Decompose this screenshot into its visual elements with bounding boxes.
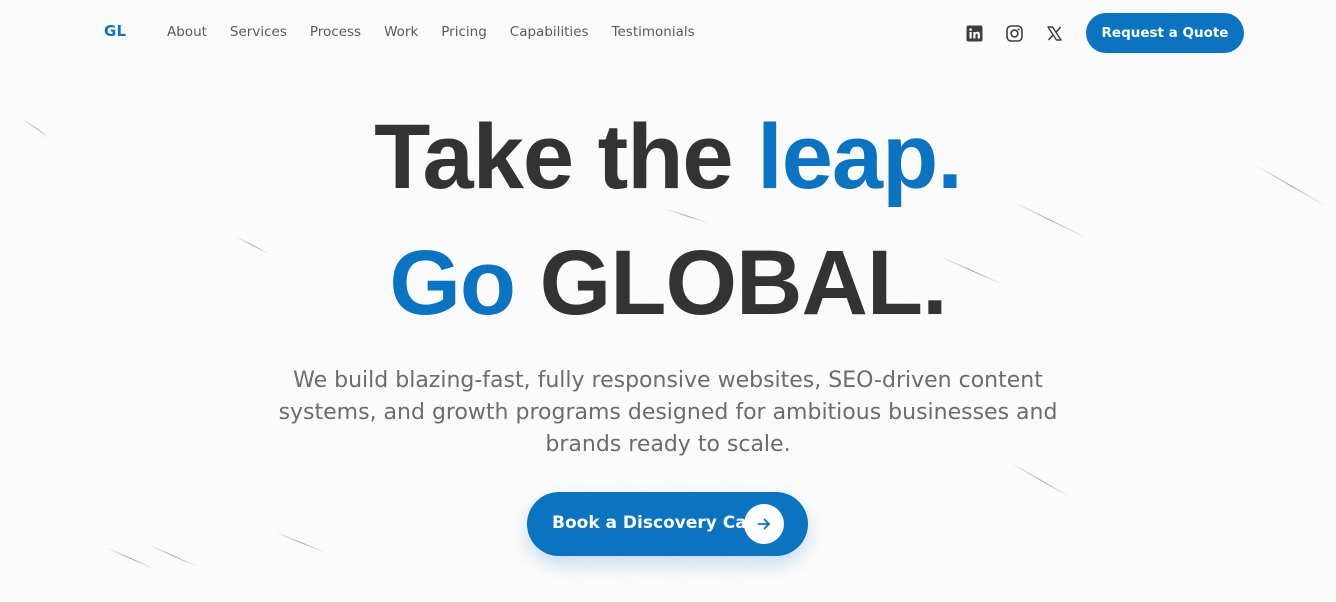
cta-label: Book a Discovery Call [552, 513, 759, 533]
hero-headline-accent: leap. [757, 106, 963, 208]
hero-headline-text: GLOBAL. [515, 232, 948, 334]
nav-item-services[interactable]: Services [230, 24, 287, 40]
hero-headline-line2: Go GLOBAL. [0, 237, 1336, 329]
hero-headline-text: Take the [374, 106, 758, 208]
decorative-streak [275, 532, 327, 554]
decorative-streak [663, 208, 710, 224]
decorative-streak [1013, 202, 1087, 239]
instagram-icon[interactable] [1004, 23, 1024, 43]
decorative-streak [1009, 462, 1073, 499]
decorative-streak [105, 547, 156, 570]
logo[interactable]: GL [104, 22, 126, 40]
nav-item-work[interactable]: Work [384, 24, 418, 40]
site-header: GL About Services Process Work Pricing C… [0, 0, 1336, 66]
hero-headline-accent: Go [389, 232, 516, 334]
x-icon[interactable] [1044, 23, 1064, 43]
hero-headline-line1: Take the leap. [0, 111, 1336, 203]
nav-item-process[interactable]: Process [310, 24, 361, 40]
nav-item-capabilities[interactable]: Capabilities [510, 24, 589, 40]
nav-item-about[interactable]: About [167, 24, 207, 40]
linkedin-icon[interactable] [964, 23, 984, 43]
social-links [964, 23, 1084, 43]
nav-item-pricing[interactable]: Pricing [441, 24, 487, 40]
landing-page: GL About Services Process Work Pricing C… [0, 0, 1336, 602]
arrow-right-icon [744, 504, 784, 544]
book-discovery-call-button[interactable]: Book a Discovery Call [527, 492, 808, 556]
nav-item-testimonials[interactable]: Testimonials [612, 24, 695, 40]
request-quote-button[interactable]: Request a Quote [1086, 13, 1244, 53]
main-nav: About Services Process Work Pricing Capa… [167, 24, 718, 40]
decorative-streak [149, 545, 198, 568]
hero-subtitle: We build blazing-fast, fully responsive … [278, 368, 1058, 457]
